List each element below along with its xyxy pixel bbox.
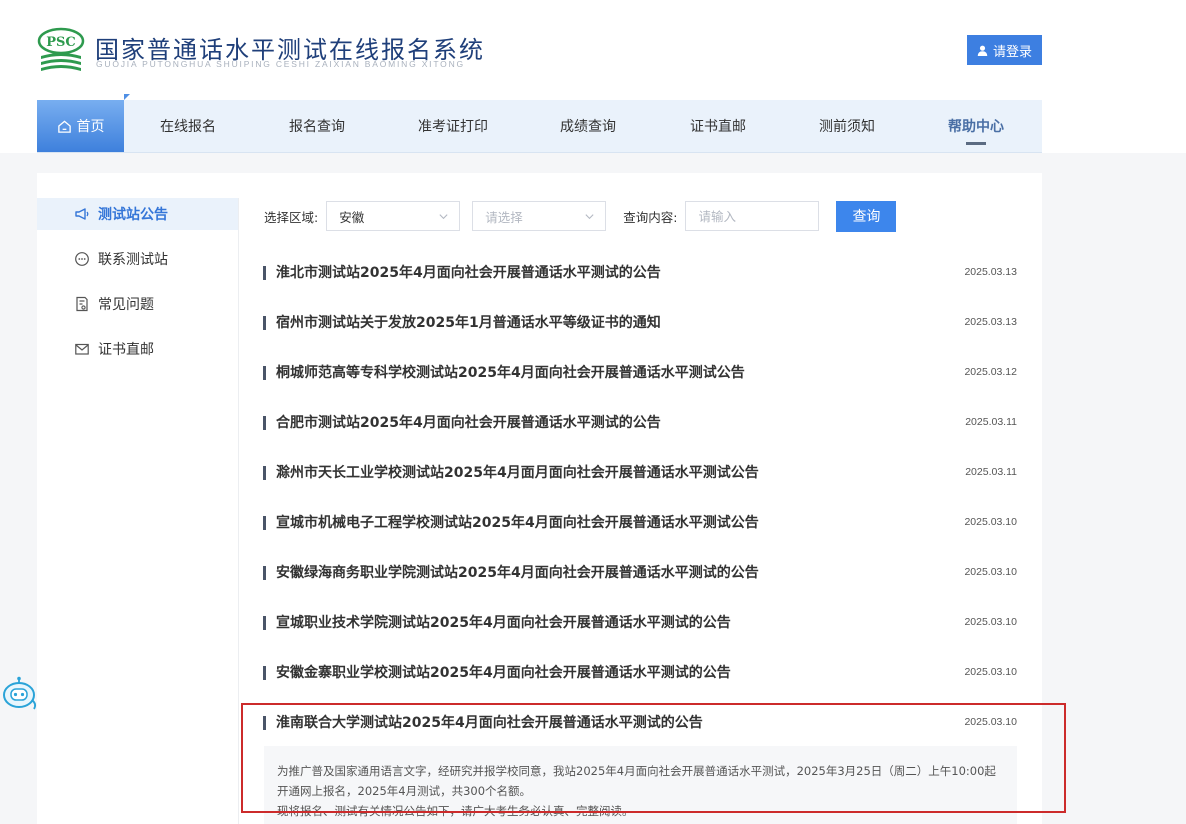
row-marker: [263, 716, 266, 730]
row-marker: [263, 266, 266, 280]
site-subtitle: GUOJIA PUTONGHUA SHUIPING CESHI ZAIXIAN …: [96, 59, 465, 69]
excerpt-line-2: 现将报名、测试有关情况公告如下，请广大考生务必认真、完整阅读。: [277, 804, 634, 818]
query-label: 查询内容:: [623, 209, 678, 225]
list-item[interactable]: 宣城职业技术学院测试站2025年4月面向社会开展普通话水平测试的公告 2025.0…: [263, 597, 1017, 647]
announcement-title[interactable]: 淮北市测试站2025年4月面向社会开展普通话水平测试的公告: [276, 262, 661, 282]
announcement-date: 2025.03.13: [964, 316, 1017, 328]
sidebar-item-certificate-mail[interactable]: 证书直邮: [37, 333, 238, 365]
main-nav: 首页 在线报名 报名查询 准考证打印 成绩查询 证书直邮 测前须知 帮助中心: [37, 94, 1042, 152]
announcement-title[interactable]: 合肥市测试站2025年4月面向社会开展普通话水平测试的公告: [276, 412, 661, 432]
row-marker: [263, 466, 266, 480]
announcement-date: 2025.03.11: [965, 416, 1017, 428]
announcement-date: 2025.03.10: [964, 666, 1017, 678]
announcement-title[interactable]: 淮南联合大学测试站2025年4月面向社会开展普通话水平测试的公告: [276, 712, 703, 732]
faq-icon: [76, 296, 88, 312]
nav-registration-query[interactable]: 报名查询: [252, 100, 382, 152]
row-marker: [263, 516, 266, 530]
chat-icon: [75, 252, 89, 266]
list-item[interactable]: 安徽绿海商务职业学院测试站2025年4月面向社会开展普通话水平测试的公告 2025…: [263, 547, 1017, 597]
list-item[interactable]: 桐城师范高等专科学校测试站2025年4月面向社会开展普通话水平测试公告 2025.…: [263, 347, 1017, 397]
nav-pre-test-notice[interactable]: 测前须知: [784, 100, 910, 152]
sidebar-item-contact[interactable]: 联系测试站: [37, 243, 238, 275]
login-button[interactable]: 请登录: [967, 35, 1042, 65]
site-header: PSC 国家普通话水平测试在线报名系统 GUOJIA PUTONGHUA SHU…: [0, 0, 1186, 100]
query-input[interactable]: [685, 201, 820, 231]
city-select[interactable]: 请选择: [472, 201, 607, 231]
nav-active-underline: [966, 142, 986, 145]
row-marker: [263, 416, 266, 430]
excerpt-line-1: 为推广普及国家通用语言文字，经研究并报学校同意，我站2025年4月面向社会开展普…: [277, 764, 996, 798]
sidebar-item-announcements[interactable]: 测试站公告: [37, 198, 238, 230]
announcement-title[interactable]: 宿州市测试站关于发放2025年1月普通话水平等级证书的通知: [276, 312, 661, 332]
logo-text: PSC: [46, 35, 76, 50]
announcement-title[interactable]: 宣城职业技术学院测试站2025年4月面向社会开展普通话水平测试的公告: [276, 612, 731, 632]
list-item[interactable]: 滁州市天长工业学校测试站2025年4月面月面向社会开展普通话水平测试公告 2025…: [263, 447, 1017, 497]
announcement-list: 淮北市测试站2025年4月面向社会开展普通话水平测试的公告 2025.03.13 …: [263, 247, 1017, 747]
user-icon: [977, 45, 988, 56]
announcement-date: 2025.03.10: [964, 566, 1017, 578]
announcement-title[interactable]: 滁州市天长工业学校测试站2025年4月面月面向社会开展普通话水平测试公告: [276, 462, 759, 482]
list-item[interactable]: 宿州市测试站关于发放2025年1月普通话水平等级证书的通知 2025.03.13: [263, 297, 1017, 347]
psc-logo-icon[interactable]: PSC: [36, 26, 86, 74]
list-item[interactable]: 安徽金寨职业学校测试站2025年4月面向社会开展普通话水平测试的公告 2025.0…: [263, 647, 1017, 697]
query-button[interactable]: 查询: [836, 200, 897, 232]
nav-home-label: 首页: [76, 119, 105, 135]
nav-score-query[interactable]: 成绩查询: [524, 100, 652, 152]
nav-admission-ticket[interactable]: 准考证打印: [382, 100, 524, 152]
sidebar-item-faq[interactable]: 常见问题: [37, 288, 238, 320]
nav-home[interactable]: 首页: [37, 94, 130, 152]
announcement-date: 2025.03.10: [964, 516, 1017, 528]
home-icon: [57, 119, 71, 133]
region-label: 选择区域:: [264, 209, 319, 225]
row-marker: [263, 566, 266, 580]
announcement-title[interactable]: 安徽绿海商务职业学院测试站2025年4月面向社会开展普通话水平测试的公告: [276, 562, 759, 582]
chevron-down-icon: [439, 213, 448, 219]
content-panel: 测试站公告 联系测试站 常见问题 证书直邮 选择区域: 安徽 请选择 查询内容:…: [37, 173, 1042, 824]
announcement-date: 2025.03.13: [964, 266, 1017, 278]
nav-help-center[interactable]: 帮助中心: [910, 100, 1042, 152]
city-placeholder: 请选择: [485, 209, 523, 225]
list-item[interactable]: 宣城市机械电子工程学校测试站2025年4月面向社会开展普通话水平测试公告 2025…: [263, 497, 1017, 547]
sidebar-item-label: 常见问题: [98, 297, 154, 313]
sidebar-item-label: 证书直邮: [98, 342, 154, 358]
assistant-robot-icon[interactable]: [0, 676, 40, 712]
mail-icon: [75, 343, 89, 355]
megaphone-icon: [75, 208, 89, 220]
filter-bar: 选择区域: 安徽 请选择 查询内容: 查询: [264, 200, 897, 232]
list-item[interactable]: 合肥市测试站2025年4月面向社会开展普通话水平测试的公告 2025.03.11: [263, 397, 1017, 447]
nav-online-registration[interactable]: 在线报名: [124, 100, 252, 152]
province-value: 安徽: [339, 209, 365, 225]
row-marker: [263, 316, 266, 330]
sidebar-divider: [238, 198, 239, 824]
row-marker: [263, 366, 266, 380]
list-item[interactable]: 淮北市测试站2025年4月面向社会开展普通话水平测试的公告 2025.03.13: [263, 247, 1017, 297]
announcement-date: 2025.03.11: [965, 466, 1017, 478]
chevron-down-icon: [585, 213, 594, 219]
row-marker: [263, 666, 266, 680]
sidebar-item-label: 联系测试站: [98, 252, 168, 268]
announcement-date: 2025.03.10: [964, 716, 1017, 728]
announcement-date: 2025.03.10: [964, 616, 1017, 628]
list-item-expanded[interactable]: 淮南联合大学测试站2025年4月面向社会开展普通话水平测试的公告 2025.03.…: [263, 697, 1017, 747]
province-select[interactable]: 安徽: [326, 201, 461, 231]
row-marker: [263, 616, 266, 630]
sidebar: 测试站公告 联系测试站 常见问题 证书直邮: [37, 198, 238, 378]
announcement-title[interactable]: 桐城师范高等专科学校测试站2025年4月面向社会开展普通话水平测试公告: [276, 362, 745, 382]
nav-certificate-mail[interactable]: 证书直邮: [652, 100, 784, 152]
announcement-excerpt: 为推广普及国家通用语言文字，经研究并报学校同意，我站2025年4月面向社会开展普…: [264, 746, 1017, 824]
sidebar-item-label: 测试站公告: [98, 207, 168, 223]
nav-help-label: 帮助中心: [948, 119, 1004, 135]
login-label: 请登录: [992, 43, 1032, 59]
announcement-title[interactable]: 安徽金寨职业学校测试站2025年4月面向社会开展普通话水平测试的公告: [276, 662, 731, 682]
announcement-title[interactable]: 宣城市机械电子工程学校测试站2025年4月面向社会开展普通话水平测试公告: [276, 512, 759, 532]
announcement-date: 2025.03.12: [964, 366, 1017, 378]
